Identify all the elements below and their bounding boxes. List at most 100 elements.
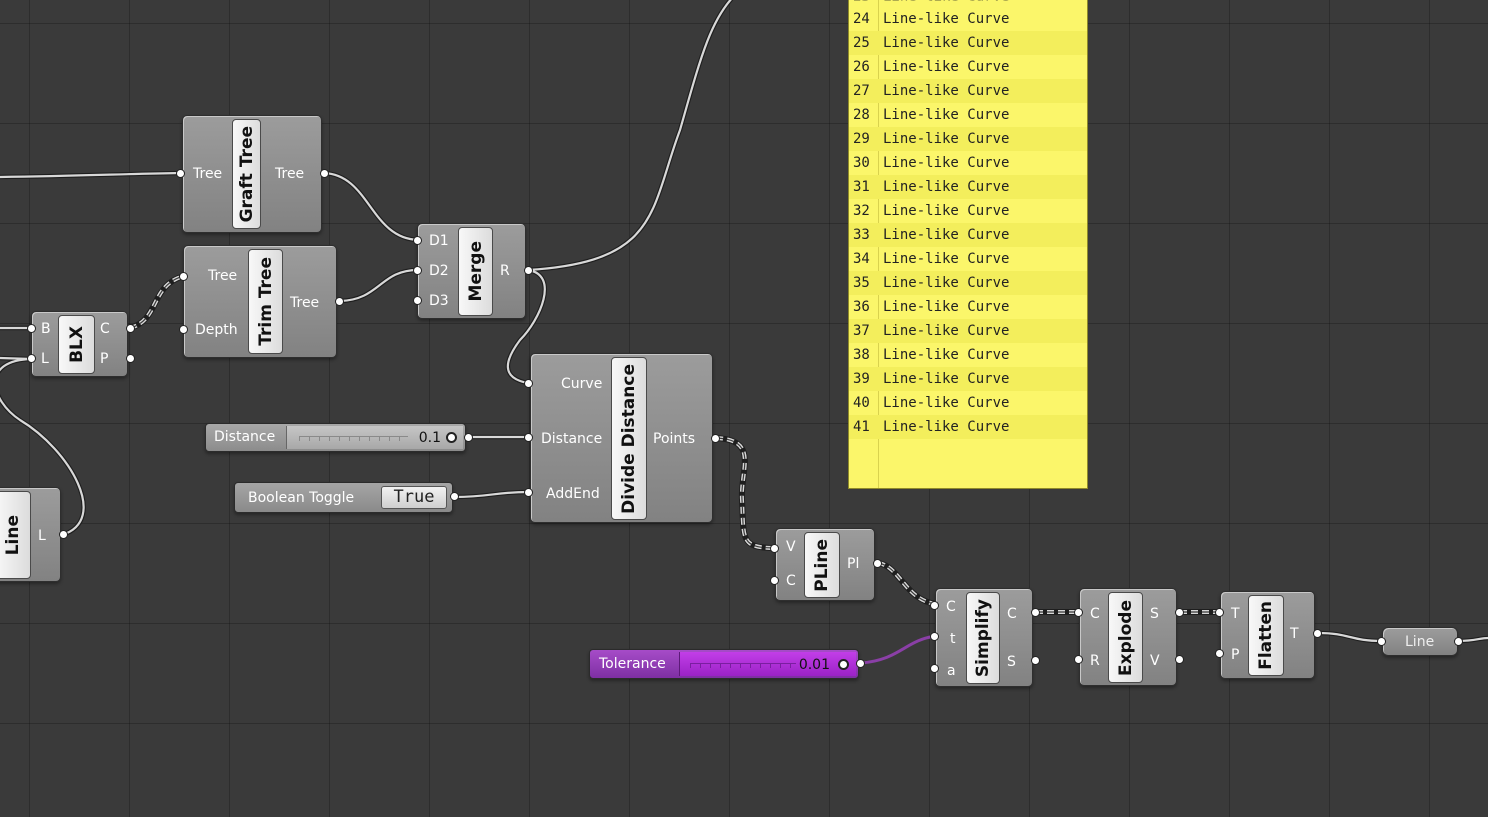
- panel-row-index: 25: [853, 35, 870, 51]
- pline-output-pl[interactable]: Pl: [847, 557, 859, 571]
- graft-tree-output-tree[interactable]: Tree: [275, 167, 304, 181]
- divide-distance-input-curve[interactable]: Curve: [561, 377, 602, 391]
- pline-input-v-grip[interactable]: [770, 544, 779, 553]
- divide-distance-input-distance-grip[interactable]: [524, 433, 533, 442]
- graft-tree-component[interactable]: Tree Graft Tree Tree: [182, 115, 322, 233]
- merge-output-r[interactable]: R: [500, 264, 510, 278]
- flatten-output-t[interactable]: T: [1290, 627, 1299, 641]
- pline-component[interactable]: V C PLine Pl: [775, 528, 875, 601]
- distance-slider-track[interactable]: 0.1: [286, 426, 463, 449]
- divide-distance-input-curve-grip[interactable]: [524, 379, 533, 388]
- distance-slider[interactable]: Distance 0.1: [205, 423, 466, 452]
- panel-row: 39 Line-like Curve: [849, 367, 1087, 391]
- simplify-input-t[interactable]: t: [950, 632, 956, 646]
- trim-tree-output-tree[interactable]: Tree: [290, 296, 319, 310]
- divide-distance-output-points[interactable]: Points: [653, 432, 695, 446]
- blx-input-b[interactable]: B: [41, 322, 51, 336]
- explode-input-c-grip[interactable]: [1074, 608, 1083, 617]
- explode-output-s-grip[interactable]: [1175, 608, 1184, 617]
- simplify-input-c[interactable]: C: [946, 600, 956, 614]
- blx-input-l[interactable]: L: [41, 352, 49, 366]
- blx-output-p-grip[interactable]: [126, 354, 135, 363]
- boolean-toggle-output-grip[interactable]: [450, 492, 459, 501]
- panel-row-index: 37: [853, 323, 870, 339]
- output-panel[interactable]: 23Line-like Curve 24Line-like Curve25Lin…: [848, 0, 1088, 489]
- trim-tree-input-tree-grip[interactable]: [179, 272, 188, 281]
- flatten-input-t[interactable]: T: [1231, 607, 1240, 621]
- explode-output-v-grip[interactable]: [1175, 655, 1184, 664]
- panel-row: 41 Line-like Curve: [849, 415, 1087, 439]
- simplify-output-c[interactable]: C: [1007, 607, 1017, 621]
- flatten-input-p-grip[interactable]: [1215, 649, 1224, 658]
- simplify-input-c-grip[interactable]: [930, 601, 939, 610]
- explode-output-v[interactable]: V: [1150, 654, 1160, 668]
- simplify-input-a[interactable]: a: [947, 664, 956, 678]
- line-output-l[interactable]: L: [38, 529, 46, 543]
- tolerance-slider[interactable]: Tolerance 0.01: [589, 649, 859, 679]
- distance-slider-knob[interactable]: [446, 432, 457, 443]
- divide-distance-output-grip[interactable]: [711, 434, 720, 443]
- flatten-input-p[interactable]: P: [1231, 648, 1239, 662]
- merge-input-d1-grip[interactable]: [413, 236, 422, 245]
- line-component[interactable]: Line L: [0, 487, 61, 582]
- simplify-output-s-grip[interactable]: [1031, 656, 1040, 665]
- line-param-input-grip[interactable]: [1377, 637, 1386, 646]
- merge-input-d1[interactable]: D1: [429, 234, 449, 248]
- divide-distance-component[interactable]: Curve Distance AddEnd Divide Distance Po…: [530, 353, 713, 523]
- explode-title: Explode: [1108, 592, 1143, 683]
- panel-row: 37 Line-like Curve: [849, 319, 1087, 343]
- panel-row: 36 Line-like Curve: [849, 295, 1087, 319]
- trim-tree-component[interactable]: Tree Depth Trim Tree Tree: [183, 245, 337, 358]
- blx-input-l-grip[interactable]: [27, 354, 36, 363]
- flatten-output-grip[interactable]: [1313, 629, 1322, 638]
- divide-distance-input-addend[interactable]: AddEnd: [546, 487, 600, 501]
- trim-tree-output-grip[interactable]: [335, 297, 344, 306]
- flatten-input-t-grip[interactable]: [1215, 608, 1224, 617]
- graft-tree-input-grip[interactable]: [176, 169, 185, 178]
- line-output-grip[interactable]: [59, 530, 68, 539]
- graft-tree-output-grip[interactable]: [320, 169, 329, 178]
- tolerance-slider-output-grip[interactable]: [856, 659, 865, 668]
- merge-input-d2-grip[interactable]: [413, 266, 422, 275]
- explode-input-r-grip[interactable]: [1074, 655, 1083, 664]
- merge-input-d3[interactable]: D3: [429, 294, 449, 308]
- line-param-output-grip[interactable]: [1454, 637, 1463, 646]
- trim-tree-input-depth[interactable]: Depth: [195, 323, 238, 337]
- simplify-input-t-grip[interactable]: [930, 632, 939, 641]
- blx-output-c[interactable]: C: [100, 322, 110, 336]
- blx-output-p[interactable]: P: [100, 352, 108, 366]
- boolean-toggle[interactable]: Boolean Toggle True: [234, 482, 453, 513]
- tolerance-slider-knob[interactable]: [838, 659, 849, 670]
- line-param-component[interactable]: Line: [1382, 627, 1458, 656]
- panel-row: 28 Line-like Curve: [849, 103, 1087, 127]
- pline-input-c-grip[interactable]: [770, 576, 779, 585]
- merge-output-grip[interactable]: [524, 266, 533, 275]
- panel-row: 29 Line-like Curve: [849, 127, 1087, 151]
- divide-distance-input-distance[interactable]: Distance: [541, 432, 602, 446]
- blx-component[interactable]: B L BLX C P: [31, 311, 128, 377]
- explode-input-c[interactable]: C: [1090, 607, 1100, 621]
- blx-output-c-grip[interactable]: [126, 324, 135, 333]
- trim-tree-input-depth-grip[interactable]: [179, 325, 188, 334]
- divide-distance-input-addend-grip[interactable]: [524, 488, 533, 497]
- boolean-toggle-value-box[interactable]: True: [381, 486, 447, 509]
- graft-tree-input-tree[interactable]: Tree: [193, 167, 222, 181]
- blx-input-b-grip[interactable]: [27, 324, 36, 333]
- explode-component[interactable]: C R Explode S V: [1079, 588, 1177, 686]
- simplify-input-a-grip[interactable]: [930, 664, 939, 673]
- pline-input-c[interactable]: C: [786, 574, 796, 588]
- pline-input-v[interactable]: V: [786, 540, 796, 554]
- distance-slider-output-grip[interactable]: [464, 433, 473, 442]
- simplify-output-s[interactable]: S: [1007, 655, 1016, 669]
- simplify-component[interactable]: C t a Simplify C S: [935, 588, 1033, 687]
- explode-input-r[interactable]: R: [1090, 654, 1100, 668]
- merge-input-d2[interactable]: D2: [429, 264, 449, 278]
- trim-tree-input-tree[interactable]: Tree: [208, 269, 237, 283]
- flatten-component[interactable]: T P Flatten T: [1220, 591, 1315, 679]
- explode-output-s[interactable]: S: [1150, 607, 1159, 621]
- merge-component[interactable]: D1 D2 D3 Merge R: [417, 223, 526, 319]
- simplify-output-c-grip[interactable]: [1031, 608, 1040, 617]
- tolerance-slider-track[interactable]: 0.01: [679, 652, 856, 676]
- merge-input-d3-grip[interactable]: [413, 296, 422, 305]
- pline-output-grip[interactable]: [873, 559, 882, 568]
